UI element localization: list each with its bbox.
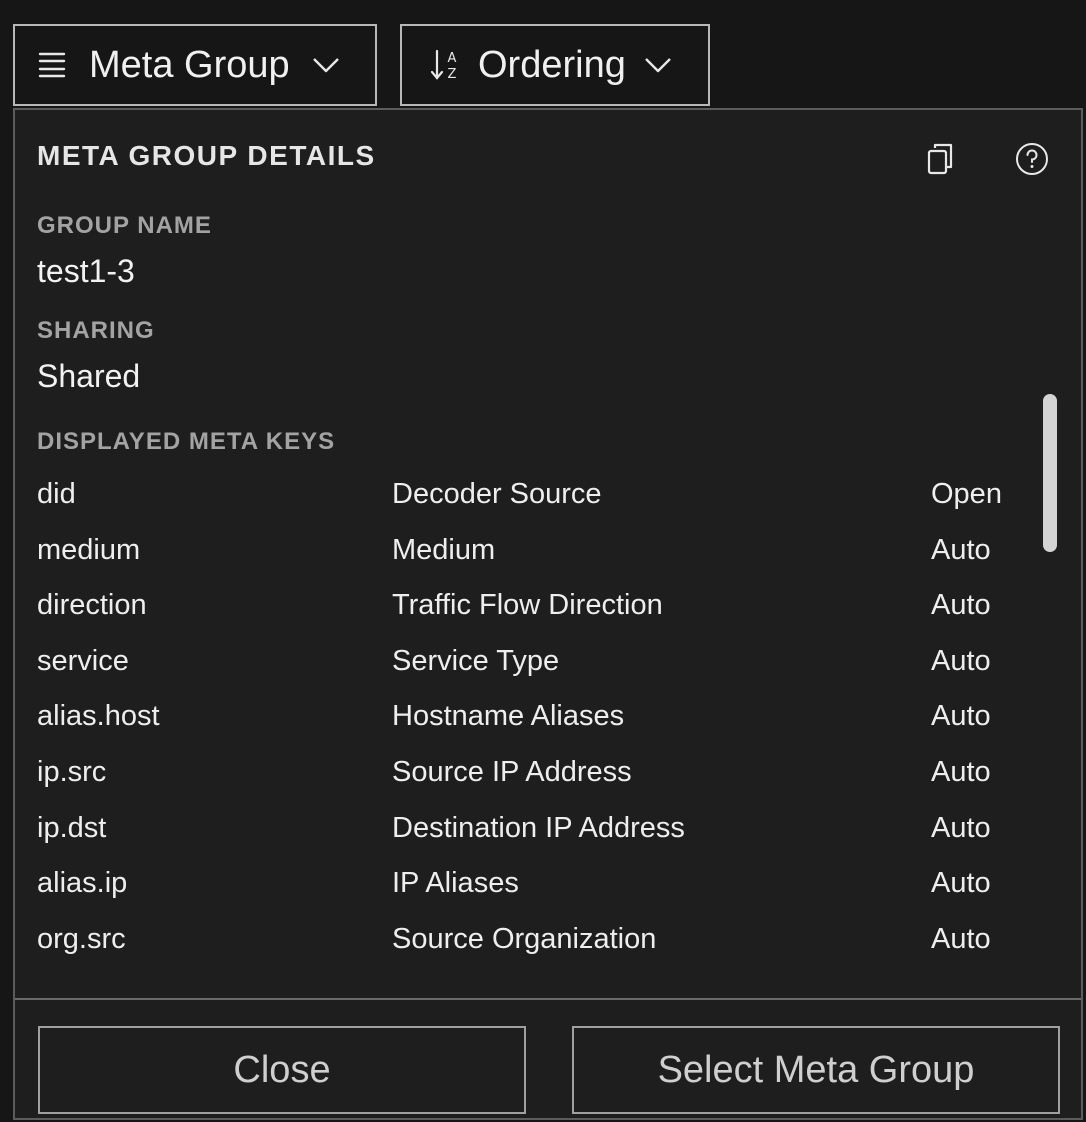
- meta-key-description: Source Organization: [392, 922, 657, 955]
- select-meta-group-button[interactable]: Select Meta Group: [572, 1026, 1060, 1114]
- meta-key-row: ip.src Source IP Address Auto: [37, 750, 1027, 806]
- sharing-label: SHARING: [37, 317, 155, 344]
- footer-divider: [15, 998, 1081, 1000]
- meta-key-row: direction Traffic Flow Direction Auto: [37, 583, 1027, 639]
- copy-icon[interactable]: [925, 142, 955, 181]
- help-icon[interactable]: [1015, 142, 1049, 181]
- meta-group-dropdown-button[interactable]: Meta Group: [13, 24, 377, 106]
- meta-key-mode: Auto: [931, 533, 991, 566]
- chevron-down-icon: [312, 56, 340, 74]
- meta-group-dropdown-label: Meta Group: [89, 43, 290, 86]
- meta-key-name: ip.dst: [37, 811, 107, 844]
- meta-key-name: alias.host: [37, 700, 160, 733]
- ordering-dropdown-label: Ordering: [478, 43, 626, 86]
- meta-key-mode: Auto: [931, 700, 991, 733]
- meta-key-mode: Auto: [931, 867, 991, 900]
- group-name-value: test1-3: [37, 253, 135, 289]
- meta-key-row: did Decoder Source Open: [37, 472, 1027, 528]
- meta-key-description: Hostname Aliases: [392, 700, 625, 733]
- meta-key-mode: Auto: [931, 589, 991, 622]
- meta-group-details-panel: META GROUP DETAILS GROUP NAME test1-3 SH…: [13, 108, 1083, 1120]
- meta-key-name: org.src: [37, 922, 126, 955]
- meta-key-mode: Auto: [931, 811, 991, 844]
- meta-key-row: medium Medium Auto: [37, 528, 1027, 584]
- meta-key-mode: Auto: [931, 922, 991, 955]
- meta-key-mode: Auto: [931, 644, 991, 677]
- displayed-meta-keys-label: DISPLAYED META KEYS: [37, 428, 336, 455]
- meta-key-name: direction: [37, 589, 147, 622]
- meta-key-name: ip.src: [37, 755, 107, 788]
- meta-key-mode: Auto: [931, 755, 991, 788]
- meta-key-description: Decoder Source: [392, 478, 602, 510]
- vertical-scrollbar-thumb[interactable]: [1043, 394, 1057, 552]
- svg-text:Z: Z: [448, 67, 457, 82]
- meta-keys-list: did Decoder Source Open medium Medium Au…: [37, 472, 1027, 972]
- meta-key-name: medium: [37, 533, 141, 566]
- meta-key-name: did: [37, 478, 76, 510]
- meta-key-description: Traffic Flow Direction: [392, 589, 663, 622]
- close-button[interactable]: Close: [38, 1026, 526, 1114]
- sort-az-icon: A Z: [430, 48, 460, 82]
- meta-key-description: Service Type: [392, 644, 560, 677]
- meta-key-name: service: [37, 644, 129, 677]
- meta-key-row: org.src Source Organization Auto: [37, 917, 1027, 973]
- sharing-value: Shared: [37, 358, 141, 394]
- panel-title: META GROUP DETAILS: [37, 140, 376, 171]
- meta-key-description: IP Aliases: [392, 867, 519, 900]
- ordering-dropdown-button[interactable]: A Z Ordering: [400, 24, 710, 106]
- meta-key-description: Source IP Address: [392, 755, 632, 788]
- stacked-lines-icon: [37, 50, 67, 80]
- group-name-label: GROUP NAME: [37, 212, 212, 239]
- meta-key-row: alias.ip IP Aliases Auto: [37, 861, 1027, 917]
- meta-key-description: Medium: [392, 533, 496, 566]
- meta-key-row: ip.dst Destination IP Address Auto: [37, 806, 1027, 862]
- meta-key-row: service Service Type Auto: [37, 639, 1027, 695]
- meta-key-row: alias.host Hostname Aliases Auto: [37, 694, 1027, 750]
- meta-key-name: alias.ip: [37, 867, 128, 900]
- svg-text:A: A: [448, 51, 457, 66]
- meta-key-description: Destination IP Address: [392, 811, 685, 844]
- chevron-down-icon: [644, 56, 672, 74]
- meta-group-dialog: Meta Group A Z Ordering META GROUP DETAI…: [0, 0, 1086, 1122]
- meta-key-mode: Open: [931, 478, 1002, 510]
